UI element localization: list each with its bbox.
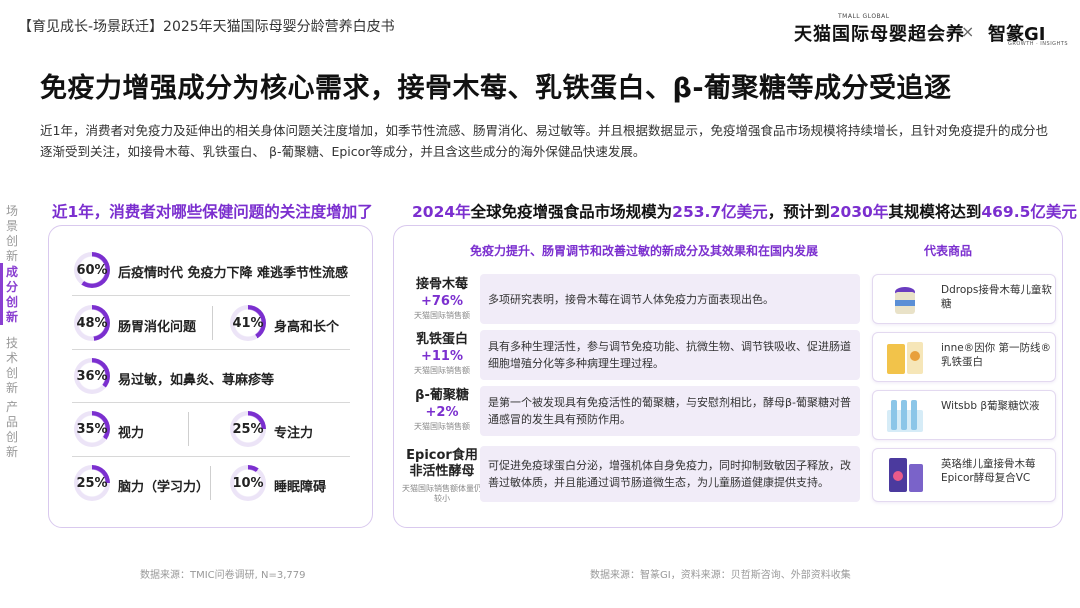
page-title: 免疫力增强成分为核心需求，接骨木莓、乳铁蛋白、β-葡聚糖等成分受追逐 <box>40 73 952 104</box>
ingredient-growth: +76% <box>420 294 463 309</box>
right-source-note: 数据来源：智篆GI，资料来源：贝哲斯咨询、外部资料收集 <box>590 570 851 581</box>
brand-small-text: TMALL GLOBAL <box>838 13 890 20</box>
ingredient-source: 天猫国际销售额 <box>414 311 470 320</box>
concern-pct-circle: 41% <box>230 305 266 341</box>
concern-pct-circle: 10% <box>230 465 266 501</box>
concern-pct-circle: 48% <box>74 305 110 341</box>
product-name: inne®因你 第一防线®乳铁蛋白 <box>941 342 1052 368</box>
row-divider <box>72 456 350 457</box>
ingredient-description: 可促进免疫球蛋白分泌，增强机体自身免疫力，同时抑制致敏因子释放，改善过敏体质，并… <box>480 446 860 502</box>
concern-pct-circle: 35% <box>74 411 110 447</box>
concern-pct-circle: 36% <box>74 358 110 394</box>
column-divider <box>188 412 189 446</box>
concern-label: 脑力（学习力） <box>118 480 210 495</box>
concern-label: 专注力 <box>274 426 314 441</box>
product-card[interactable]: Ddrops接骨木莓儿童软糖 <box>872 274 1056 324</box>
separator-x: × <box>961 22 975 41</box>
product-name: Witsbb β葡聚糖饮液 <box>941 400 1040 412</box>
row-divider <box>72 349 350 350</box>
nav-label: 技术创新 <box>5 336 18 395</box>
left-section-heading: 近1年，消费者对哪些保健问题的关注度增加了 <box>52 203 373 221</box>
product-image <box>895 287 915 314</box>
concern-pct-circle: 25% <box>74 465 110 501</box>
product-name: 英珞维儿童接骨木莓Epicor酵母复合VC <box>941 458 1036 484</box>
concern-pct-circle: 25% <box>230 411 266 447</box>
product-card[interactable]: Witsbb β葡聚糖饮液 <box>872 390 1056 440</box>
ingredient-description: 是第一个被发现具有免疫活性的葡聚糖，与安慰剂相比，酵母β-葡聚糖对普通感冒的发生… <box>480 386 860 436</box>
products-heading: 代表商品 <box>924 244 973 258</box>
concern-label: 视力 <box>118 426 145 441</box>
ingredient-name: 乳铁蛋白 <box>415 332 468 347</box>
ingredient-description: 具有多种生理活性，参与调节免疫功能、抗微生物、调节铁吸收、促进肠道细胞增殖分化等… <box>480 330 860 380</box>
ingredient-name: β-葡聚糖 <box>415 388 469 403</box>
concern-label: 后疫情时代 免疫力下降 难逃季节性流感 <box>118 266 349 281</box>
nav-label: 场景创新 <box>5 204 18 263</box>
nav-label: 成分创新 <box>5 265 18 324</box>
ingredient-name: Epicor食用非活性酵母 <box>406 448 478 479</box>
partner-small-text: GROWTH · INSIGHTS <box>1008 41 1069 47</box>
ingredient-source: 天猫国际销售额体量仍较小 <box>402 484 482 503</box>
concern-pct-circle: 60% <box>74 252 110 288</box>
concern-label: 身高和长个 <box>274 320 340 335</box>
ingredient-name: 接骨木莓 <box>415 277 468 292</box>
product-image <box>887 342 923 374</box>
nav-item-product[interactable]: 产品创新 <box>0 400 24 460</box>
nav-label: 产品创新 <box>5 400 18 459</box>
product-image <box>887 400 923 432</box>
table-heading: 免疫力提升、肠胃调节和改善过敏的新成分及其效果和在国内发展 <box>470 244 819 258</box>
product-image <box>889 458 923 492</box>
nav-item-ingredient[interactable]: 成分创新 <box>0 265 24 325</box>
concern-label: 肠胃消化问题 <box>118 320 197 335</box>
ingredient-source: 天猫国际销售额 <box>414 422 470 431</box>
ingredient-growth: +11% <box>420 349 463 364</box>
brand-logo: 天猫国际母婴超会养 <box>794 24 965 45</box>
intro-paragraph: 近1年，消费者对免疫力及延伸出的相关身体问题关注度增加，如季节性流感、肠胃消化、… <box>40 123 1048 159</box>
concern-label: 易过敏，如鼻炎、荨麻疹等 <box>118 373 275 388</box>
ingredient-description: 多项研究表明，接骨木莓在调节人体免疫力方面表现出色。 <box>480 274 860 324</box>
right-section-heading: 2024年全球免疫增强食品市场规模为253.7亿美元，预计到2030年其规模将达… <box>412 203 1077 221</box>
left-source-note: 数据来源：TMIC问卷调研, N=3,779 <box>140 570 306 581</box>
row-divider <box>72 402 350 403</box>
column-divider <box>212 306 213 340</box>
header-title: 【育见成长-场景跃迁】2025年天猫国际母婴分龄营养白皮书 <box>18 19 395 35</box>
product-card[interactable]: inne®因你 第一防线®乳铁蛋白 <box>872 332 1056 382</box>
column-divider <box>210 466 211 500</box>
product-card[interactable]: 英珞维儿童接骨木莓Epicor酵母复合VC <box>872 448 1056 502</box>
ingredient-source: 天猫国际销售额 <box>414 366 470 375</box>
nav-item-scene[interactable]: 场景创新 <box>0 204 24 264</box>
nav-item-tech[interactable]: 技术创新 <box>0 336 24 396</box>
product-name: Ddrops接骨木莓儿童软糖 <box>941 284 1052 310</box>
concern-label: 睡眠障碍 <box>274 480 327 495</box>
ingredient-growth: +2% <box>425 405 459 420</box>
row-divider <box>72 295 350 296</box>
